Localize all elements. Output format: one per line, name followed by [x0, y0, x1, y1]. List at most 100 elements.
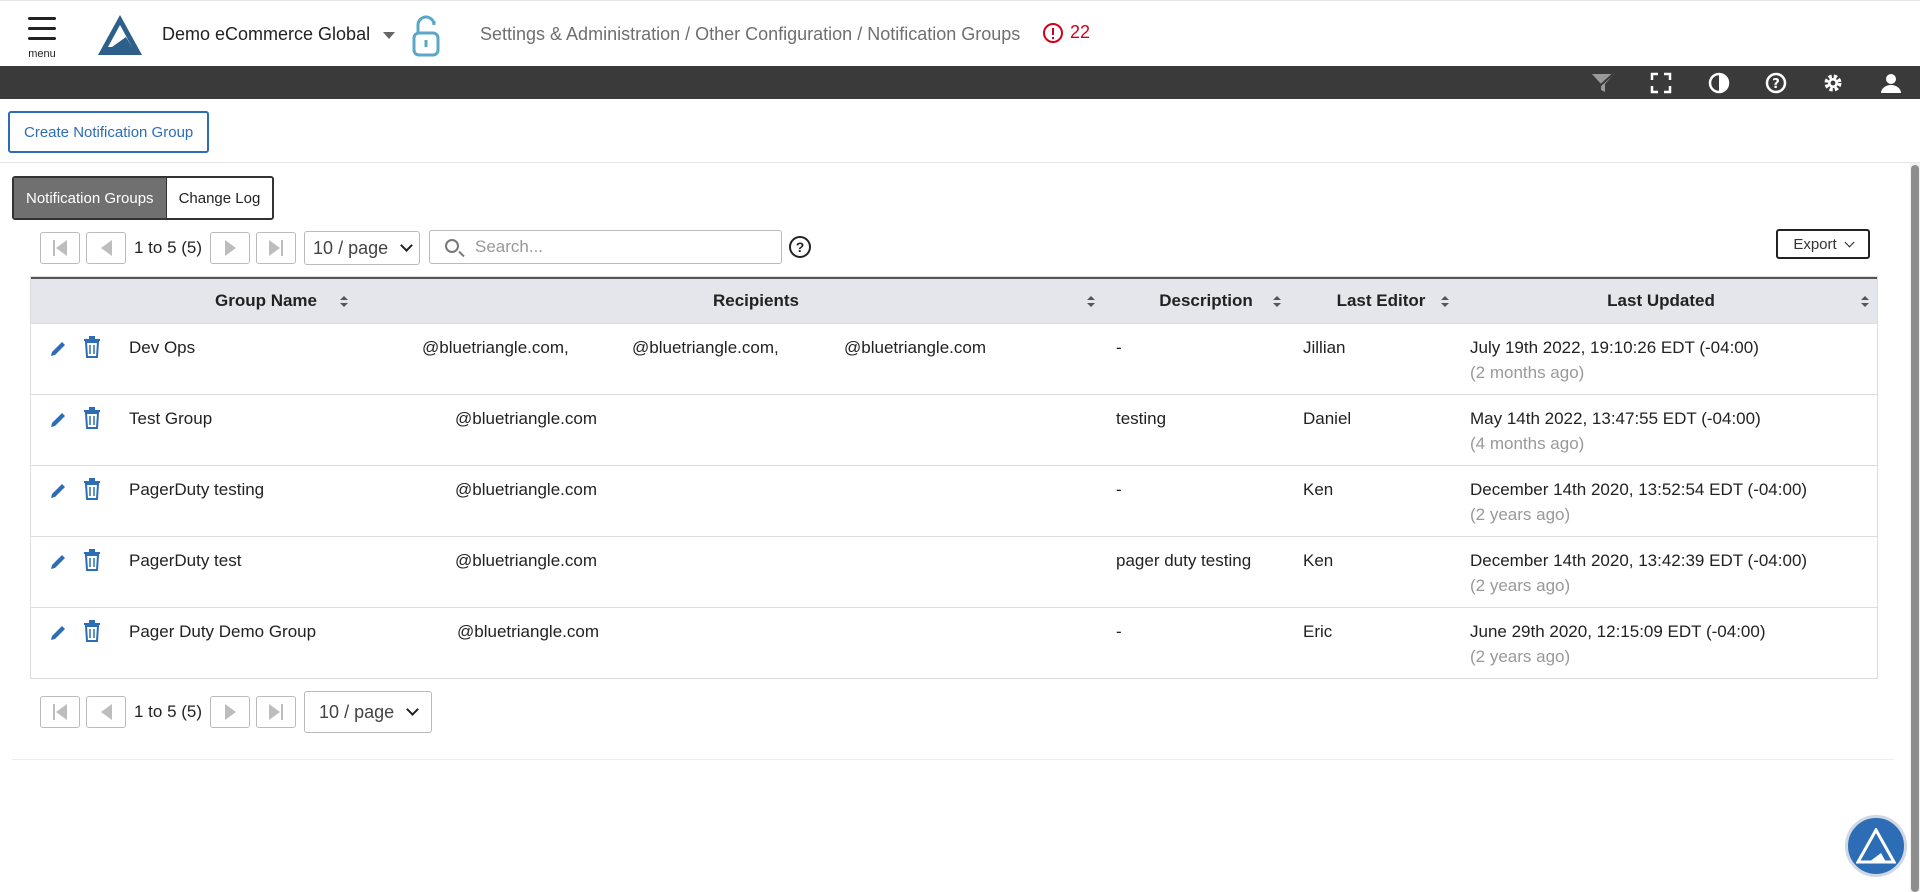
edit-icon[interactable]: [49, 622, 69, 642]
table-row[interactable]: PagerDuty testing @bluetriangle.com - Ke…: [31, 465, 1877, 536]
page-size-value: 10 / page: [313, 237, 389, 258]
column-header-group-name[interactable]: Group Name: [131, 279, 401, 323]
org-name[interactable]: Demo eCommerce Global: [162, 24, 370, 45]
chevron-down-icon[interactable]: [383, 32, 395, 39]
trash-icon[interactable]: [83, 407, 101, 429]
group-name: Pager Duty Demo Group: [129, 622, 317, 641]
gear-icon[interactable]: [1820, 70, 1846, 96]
last-updated-relative: (2 months ago): [1470, 363, 1585, 382]
recipient: @bluetriangle.com: [455, 480, 597, 499]
page-size-select[interactable]: 10 / page: [304, 231, 421, 265]
create-notification-group-button[interactable]: Create Notification Group: [8, 111, 210, 153]
table-header: Group Name Recipients Description Last E…: [31, 277, 1877, 323]
recipient: @bluetriangle.com: [457, 622, 599, 641]
sort-icon[interactable]: [1861, 296, 1869, 308]
table-row[interactable]: PagerDuty test @bluetriangle.com pager d…: [31, 536, 1877, 607]
fullscreen-icon[interactable]: [1648, 70, 1674, 96]
table-row[interactable]: Test Group @bluetriangle.com testing Dan…: [31, 394, 1877, 465]
alert-indicator[interactable]: 22: [1043, 22, 1090, 43]
page-range: 1 to 5 (5): [134, 238, 203, 257]
trash-icon[interactable]: [83, 336, 101, 358]
description: -: [1116, 480, 1122, 499]
table-row[interactable]: Pager Duty Demo Group @bluetriangle.com …: [31, 607, 1877, 678]
hamburger-icon: [28, 17, 56, 20]
search-help-icon[interactable]: ?: [789, 236, 811, 258]
bottom-pager: 1 to 5 (5) 10 / page: [40, 691, 433, 733]
last-updated-relative: (2 years ago): [1470, 576, 1571, 595]
top-header: menu Demo eCommerce Global Settings & Ad…: [0, 0, 1920, 66]
sort-icon[interactable]: [1441, 296, 1449, 308]
trash-icon[interactable]: [83, 478, 101, 500]
contrast-icon[interactable]: [1706, 70, 1732, 96]
svg-text:?: ?: [1772, 77, 1780, 92]
alert-icon: [1043, 22, 1063, 43]
sort-icon[interactable]: [1273, 296, 1281, 308]
unlock-icon[interactable]: [410, 13, 444, 57]
edit-icon[interactable]: [49, 551, 69, 571]
scrollbar-thumb[interactable]: [1911, 165, 1919, 892]
last-updated: December 14th 2020, 13:52:54 EDT (-04:00…: [1470, 480, 1808, 499]
tab-notification-groups[interactable]: Notification Groups: [14, 178, 166, 218]
action-bar: Create Notification Group: [0, 99, 1920, 163]
last-updated: December 14th 2020, 13:42:39 EDT (-04:00…: [1470, 551, 1808, 570]
sort-icon[interactable]: [340, 296, 348, 308]
page-size-value: 10 / page: [319, 701, 395, 722]
export-label: Export: [1793, 235, 1837, 253]
last-page-button[interactable]: [256, 696, 297, 728]
column-header-last-updated[interactable]: Last Updated: [1461, 279, 1861, 323]
description: -: [1116, 338, 1122, 357]
view-tabs: Notification Groups Change Log: [12, 176, 275, 220]
filter-icon[interactable]: [1590, 70, 1616, 96]
blue-triangle-logo-icon: [1856, 828, 1896, 864]
last-updated-relative: (2 years ago): [1470, 505, 1571, 524]
search-icon: [445, 239, 459, 253]
description: testing: [1116, 409, 1167, 428]
recipient: @bluetriangle.com,: [632, 338, 779, 357]
first-page-button[interactable]: [40, 696, 80, 728]
last-editor: Ken: [1303, 480, 1334, 499]
recipient: @bluetriangle.com: [844, 338, 986, 357]
column-header-last-editor[interactable]: Last Editor: [1301, 279, 1461, 323]
menu-button[interactable]: menu: [20, 13, 64, 63]
edit-icon[interactable]: [49, 480, 69, 500]
page-size-select[interactable]: 10 / page: [304, 691, 433, 733]
edit-icon[interactable]: [49, 409, 69, 429]
recipient: @bluetriangle.com,: [422, 338, 569, 357]
top-pager: 1 to 5 (5) 10 / page: [40, 231, 421, 265]
last-updated-relative: (2 years ago): [1470, 647, 1571, 666]
alert-count: 22: [1070, 22, 1091, 42]
page-range: 1 to 5 (5): [134, 702, 203, 721]
export-button[interactable]: Export: [1776, 229, 1870, 259]
help-icon[interactable]: ?: [1763, 70, 1789, 96]
trash-icon[interactable]: [83, 620, 101, 642]
user-icon[interactable]: [1878, 70, 1904, 96]
next-page-button[interactable]: [210, 696, 251, 728]
prev-page-button[interactable]: [86, 696, 126, 728]
blue-triangle-logo-icon[interactable]: [96, 13, 144, 57]
tab-change-log[interactable]: Change Log: [165, 178, 273, 218]
chevron-down-icon: [406, 703, 419, 716]
group-name: Test Group: [129, 409, 213, 428]
blue-triangle-assistant-button[interactable]: [1845, 815, 1907, 877]
prev-page-button[interactable]: [86, 232, 126, 264]
table-row[interactable]: Dev Ops @bluetriangle.com, @bluetriangle…: [31, 323, 1877, 394]
next-page-button[interactable]: [210, 232, 251, 264]
toolbar: ?: [0, 66, 1920, 99]
last-page-button[interactable]: [256, 232, 297, 264]
sort-icon[interactable]: [1087, 296, 1095, 308]
last-editor: Jillian: [1303, 338, 1346, 357]
trash-icon[interactable]: [83, 549, 101, 571]
description: pager duty testing: [1116, 551, 1252, 570]
description: -: [1116, 622, 1122, 641]
group-name: PagerDuty test: [129, 551, 242, 570]
search-input[interactable]: [473, 231, 773, 263]
group-name: Dev Ops: [129, 338, 196, 357]
column-header-recipients[interactable]: Recipients: [401, 279, 1111, 323]
edit-icon[interactable]: [49, 338, 69, 358]
last-editor: Eric: [1303, 622, 1333, 641]
group-name: PagerDuty testing: [129, 480, 265, 499]
recipient: @bluetriangle.com: [455, 551, 597, 570]
last-updated: June 29th 2020, 12:15:09 EDT (-04:00): [1470, 622, 1766, 641]
divider: [12, 759, 1894, 760]
first-page-button[interactable]: [40, 232, 80, 264]
